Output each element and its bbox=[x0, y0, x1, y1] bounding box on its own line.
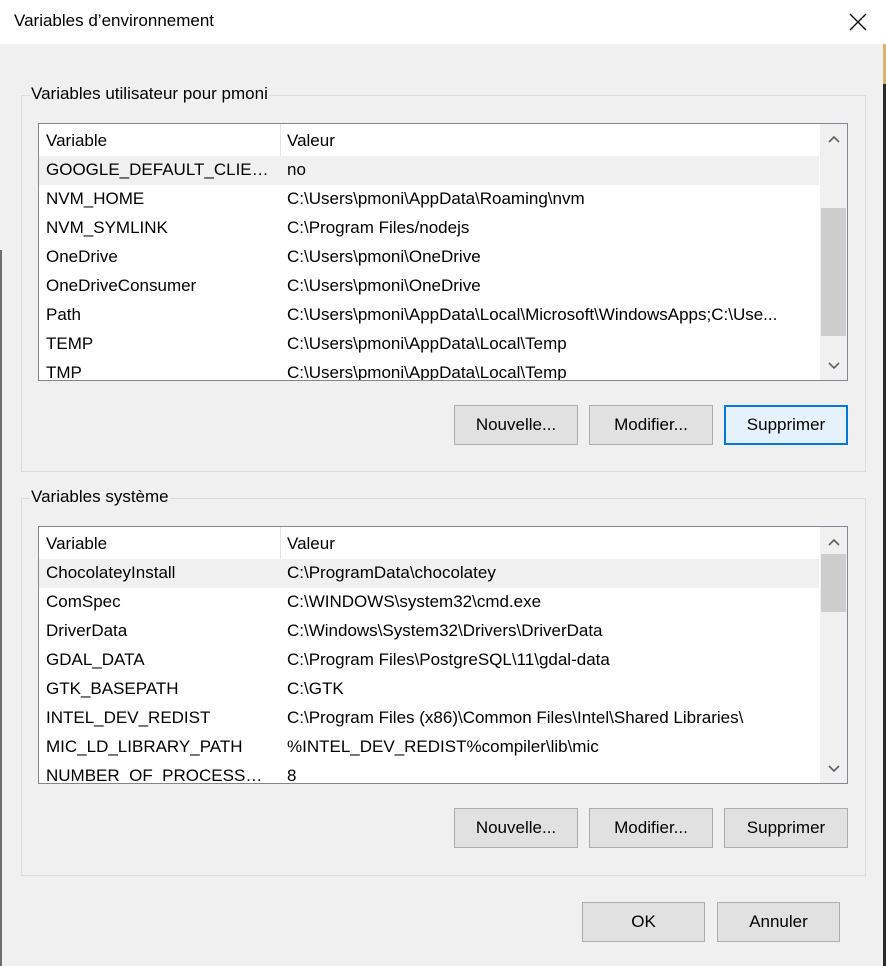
window-edge-left bbox=[0, 250, 2, 966]
chevron-up-icon bbox=[827, 538, 840, 546]
table-row[interactable]: INTEL_DEV_REDIST C:\Program Files (x86)\… bbox=[39, 704, 819, 733]
chevron-up-icon bbox=[827, 135, 840, 143]
table-row[interactable]: ChocolateyInstall C:\ProgramData\chocola… bbox=[39, 559, 819, 588]
user-delete-button[interactable]: Supprimer bbox=[724, 405, 848, 445]
chevron-down-icon bbox=[827, 361, 840, 369]
table-row[interactable]: GDAL_DATA C:\Program Files\PostgreSQL\11… bbox=[39, 646, 819, 675]
cancel-button[interactable]: Annuler bbox=[717, 902, 840, 942]
cell-value: C:\Program Files (x86)\Common Files\Inte… bbox=[287, 708, 744, 727]
cell-value: C:\Users\pmoni\AppData\Local\Microsoft\W… bbox=[287, 305, 778, 324]
chevron-down-icon bbox=[827, 764, 840, 772]
cell-value: C:\Users\pmoni\AppData\Local\Temp bbox=[287, 334, 567, 353]
user-variables-group: Variables utilisateur pour pmoni Variabl… bbox=[21, 84, 866, 472]
table-row[interactable]: GOOGLE_DEFAULT_CLIENT_... no bbox=[39, 156, 819, 185]
cell-value: no bbox=[287, 160, 306, 179]
table-row[interactable]: TMP C:\Users\pmoni\AppData\Local\Temp bbox=[39, 359, 819, 381]
cell-value: %INTEL_DEV_REDIST%compiler\lib\mic bbox=[287, 737, 599, 756]
table-row[interactable]: NVM_HOME C:\Users\pmoni\AppData\Roaming\… bbox=[39, 185, 819, 214]
table-row[interactable]: ComSpec C:\WINDOWS\system32\cmd.exe bbox=[39, 588, 819, 617]
table-row[interactable]: DriverData C:\Windows\System32\Drivers\D… bbox=[39, 617, 819, 646]
scroll-down-button[interactable] bbox=[820, 754, 847, 783]
cell-variable: MIC_LD_LIBRARY_PATH bbox=[46, 737, 243, 756]
table-row[interactable]: OneDrive C:\Users\pmoni\OneDrive bbox=[39, 243, 819, 272]
cell-variable: NUMBER_OF_PROCESSORS bbox=[46, 766, 274, 784]
cell-variable: OneDriveConsumer bbox=[46, 276, 197, 295]
cell-variable: GDAL_DATA bbox=[46, 650, 145, 669]
cell-variable: Path bbox=[46, 305, 81, 324]
cell-value: C:\GTK bbox=[287, 679, 344, 698]
system-variables-group: Variables système Variable Valeur Chocol… bbox=[21, 487, 866, 876]
title-bar: Variables d’environnement bbox=[0, 0, 886, 44]
cell-value: C:\Program Files\PostgreSQL\11\gdal-data bbox=[287, 650, 610, 669]
user-new-button[interactable]: Nouvelle... bbox=[454, 405, 578, 445]
cell-variable: GTK_BASEPATH bbox=[46, 679, 179, 698]
cell-value: C:\Users\pmoni\OneDrive bbox=[287, 247, 481, 266]
cell-value: 8 bbox=[287, 766, 297, 784]
scroll-up-button[interactable] bbox=[820, 124, 847, 153]
close-button[interactable] bbox=[830, 0, 886, 44]
scroll-thumb[interactable] bbox=[821, 554, 846, 612]
column-header-variable[interactable]: Variable bbox=[39, 527, 107, 559]
table-row[interactable]: NUMBER_OF_PROCESSORS 8 bbox=[39, 762, 819, 784]
cell-value: C:\Windows\System32\Drivers\DriverData bbox=[287, 621, 603, 640]
close-icon bbox=[849, 13, 867, 31]
table-row[interactable]: MIC_LD_LIBRARY_PATH %INTEL_DEV_REDIST%co… bbox=[39, 733, 819, 762]
cell-variable: GOOGLE_DEFAULT_CLIENT_... bbox=[46, 160, 274, 179]
list-header: Variable Valeur bbox=[39, 124, 819, 156]
cell-value: C:\WINDOWS\system32\cmd.exe bbox=[287, 592, 542, 611]
list-rows: GOOGLE_DEFAULT_CLIENT_... no NVM_HOME C:… bbox=[39, 156, 819, 381]
scroll-down-button[interactable] bbox=[820, 351, 847, 380]
table-row[interactable]: OneDriveConsumer C:\Users\pmoni\OneDrive bbox=[39, 272, 819, 301]
system-variables-legend: Variables système bbox=[30, 487, 170, 507]
user-variables-list[interactable]: Variable Valeur GOOGLE_DEFAULT_CLIENT_..… bbox=[38, 123, 848, 381]
cell-value: C:\ProgramData\chocolatey bbox=[287, 563, 496, 582]
cell-variable: INTEL_DEV_REDIST bbox=[46, 708, 211, 727]
cell-value: C:\Users\pmoni\OneDrive bbox=[287, 276, 481, 295]
vertical-scrollbar[interactable] bbox=[820, 124, 847, 380]
cell-variable: OneDrive bbox=[46, 247, 118, 266]
cell-variable: TMP bbox=[46, 363, 82, 381]
cell-variable: TEMP bbox=[46, 334, 94, 353]
table-row[interactable]: Path C:\Users\pmoni\AppData\Local\Micros… bbox=[39, 301, 819, 330]
list-header: Variable Valeur bbox=[39, 527, 819, 559]
table-row[interactable]: TEMP C:\Users\pmoni\AppData\Local\Temp bbox=[39, 330, 819, 359]
system-edit-button[interactable]: Modifier... bbox=[589, 808, 713, 848]
column-header-value[interactable]: Valeur bbox=[280, 124, 335, 156]
column-header-variable[interactable]: Variable bbox=[39, 124, 107, 156]
cell-value: C:\Program Files/nodejs bbox=[287, 218, 470, 237]
system-new-button[interactable]: Nouvelle... bbox=[454, 808, 578, 848]
cell-variable: ComSpec bbox=[46, 592, 121, 611]
ok-button[interactable]: OK bbox=[582, 902, 705, 942]
cell-variable: ChocolateyInstall bbox=[46, 563, 176, 582]
cell-variable: DriverData bbox=[46, 621, 128, 640]
list-rows: ChocolateyInstall C:\ProgramData\chocola… bbox=[39, 559, 819, 784]
vertical-scrollbar[interactable] bbox=[820, 527, 847, 783]
cell-variable: NVM_SYMLINK bbox=[46, 218, 168, 237]
table-row[interactable]: GTK_BASEPATH C:\GTK bbox=[39, 675, 819, 704]
user-variables-legend: Variables utilisateur pour pmoni bbox=[30, 84, 269, 104]
cell-value: C:\Users\pmoni\AppData\Roaming\nvm bbox=[287, 189, 585, 208]
scroll-thumb[interactable] bbox=[821, 208, 846, 336]
window-title: Variables d’environnement bbox=[14, 11, 215, 30]
cell-variable: NVM_HOME bbox=[46, 189, 145, 208]
user-edit-button[interactable]: Modifier... bbox=[589, 405, 713, 445]
system-delete-button[interactable]: Supprimer bbox=[724, 808, 848, 848]
scroll-up-button[interactable] bbox=[820, 527, 847, 556]
cell-value: C:\Users\pmoni\AppData\Local\Temp bbox=[287, 363, 567, 381]
column-header-value[interactable]: Valeur bbox=[280, 527, 335, 559]
system-variables-list[interactable]: Variable Valeur ChocolateyInstall C:\Pro… bbox=[38, 526, 848, 784]
table-row[interactable]: NVM_SYMLINK C:\Program Files/nodejs bbox=[39, 214, 819, 243]
